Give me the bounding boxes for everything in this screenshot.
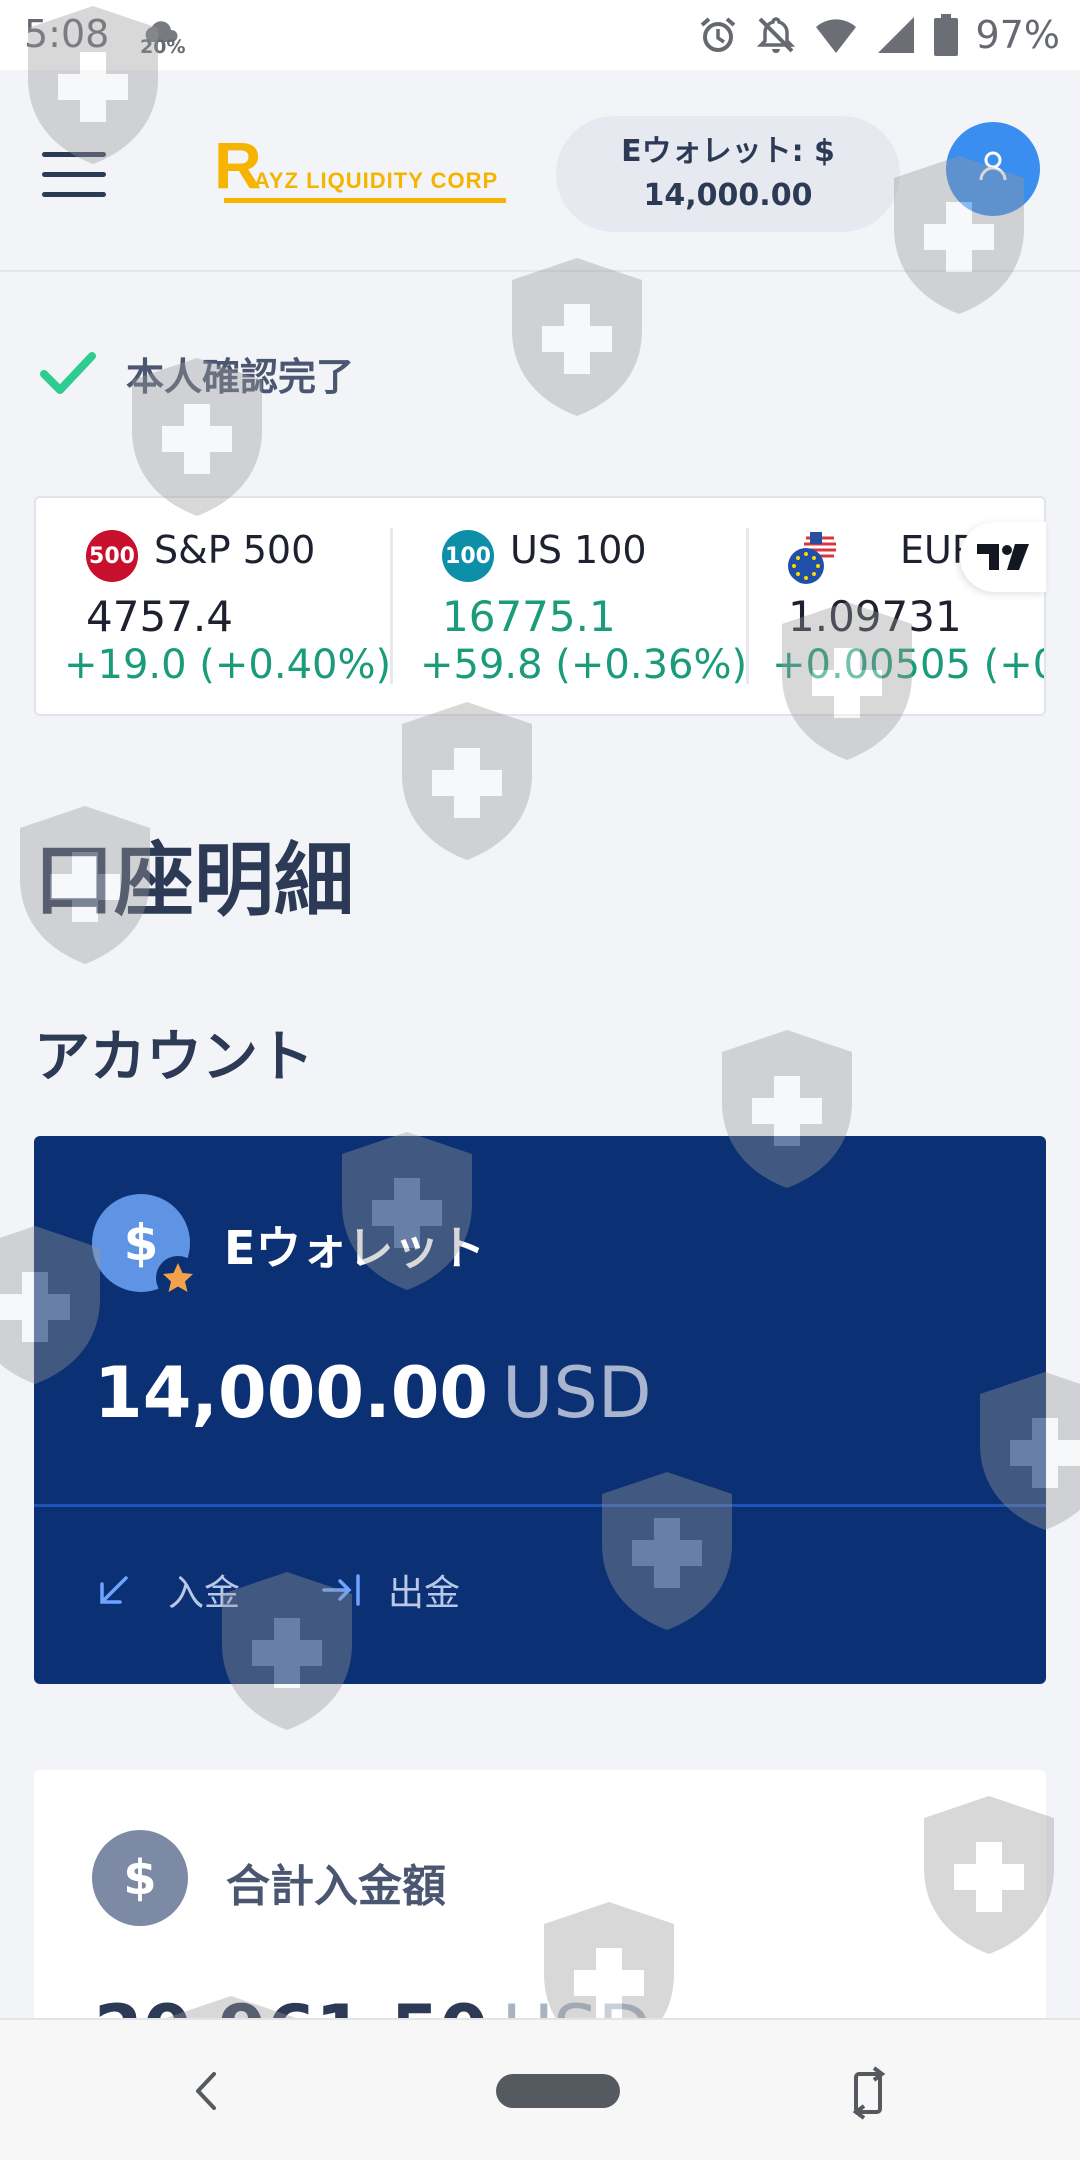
weather-percent: 20% (140, 36, 186, 58)
total-deposit-label: 合計入金額 (226, 1861, 446, 1912)
section-title: アカウント (34, 1025, 314, 1090)
app-header: R AYZ LIQUIDITY CORP Eウォレット: $ 14,000.00 (0, 70, 1080, 272)
status-icons: 97% (698, 12, 1060, 58)
tradingview-logo-icon (977, 544, 1029, 570)
profile-button[interactable] (946, 122, 1040, 216)
check-icon (40, 352, 96, 394)
logo-text: AYZ LIQUIDITY CORP (254, 168, 499, 193)
wallet-name: Eウォレット (224, 1221, 486, 1275)
star-badge (156, 1256, 200, 1300)
wallet-amount: 14,000.00 (94, 1352, 489, 1434)
deposit-label: 入金 (168, 1573, 241, 1614)
wallet-currency: USD (502, 1352, 652, 1434)
menu-button[interactable] (40, 150, 110, 200)
dollar-icon: $ (92, 1830, 188, 1926)
arrow-right-bar-icon (322, 1574, 360, 1606)
ticker-name: US 100 (510, 528, 647, 572)
brand-logo[interactable]: R AYZ LIQUIDITY CORP (214, 132, 510, 208)
watermark-shield-icon (512, 258, 642, 416)
ticker-price: 1.09731 (788, 592, 962, 641)
ticker-change: +0.00505 (+0.4 (772, 642, 1044, 688)
system-nav-bar (0, 2018, 1080, 2160)
user-icon (979, 151, 1007, 181)
us100-badge-icon: 100 (442, 530, 494, 582)
ticker-item-us100[interactable]: 100 US 100 16775.1 +59.8 (+0.36%) (392, 498, 748, 714)
wallet-balance-pill[interactable]: Eウォレット: $ 14,000.00 (556, 116, 900, 232)
ticker-change: +59.8 (+0.36%) (420, 642, 748, 688)
watermark-shield-icon (402, 702, 532, 860)
star-icon (163, 1263, 193, 1292)
bell-off-icon (756, 17, 795, 53)
ticker-price: 16775.1 (442, 592, 616, 641)
eu-us-flag-icon (788, 530, 836, 584)
back-icon[interactable] (186, 2066, 226, 2116)
deposit-button[interactable]: 入金 (96, 1562, 240, 1618)
page-title: 口座明細 (34, 834, 354, 927)
e-wallet-card[interactable]: $ Eウォレット 14,000.00 USD 入金 出金 (34, 1136, 1046, 1684)
battery-icon (933, 14, 958, 56)
alarm-icon (700, 17, 735, 52)
rotate-icon[interactable] (848, 2064, 892, 2120)
status-bar: 5:08 20% 97% (0, 0, 1080, 70)
wallet-amount-row: 14,000.00 USD (94, 1352, 652, 1434)
verification-status: 本人確認完了 (40, 340, 354, 406)
withdraw-button[interactable]: 出金 (322, 1562, 460, 1618)
ticker-name: S&P 500 (154, 528, 316, 572)
tradingview-button[interactable] (960, 522, 1046, 592)
status-time: 5:08 (24, 12, 110, 56)
wallet-balance-label: Eウォレット: $ (621, 134, 835, 169)
ticker-price: 4757.4 (86, 592, 233, 641)
ticker-item-sp500[interactable]: 500 S&P 500 4757.4 +19.0 (+0.40%) (36, 498, 392, 714)
battery-percent: 97% (975, 13, 1060, 57)
signal-icon (877, 17, 914, 53)
logo-underline (224, 198, 506, 203)
verification-text: 本人確認完了 (126, 354, 355, 399)
card-divider (34, 1504, 1046, 1507)
market-ticker[interactable]: 500 S&P 500 4757.4 +19.0 (+0.40%) 100 US… (34, 496, 1046, 716)
wifi-icon (815, 19, 856, 53)
arrow-down-left-icon (100, 1576, 128, 1604)
ticker-change: +19.0 (+0.40%) (64, 642, 392, 688)
withdraw-label: 出金 (388, 1573, 461, 1614)
sp500-badge-icon: 500 (86, 530, 138, 582)
home-button[interactable] (496, 2074, 620, 2108)
wallet-balance-value: 14,000.00 (643, 178, 813, 213)
